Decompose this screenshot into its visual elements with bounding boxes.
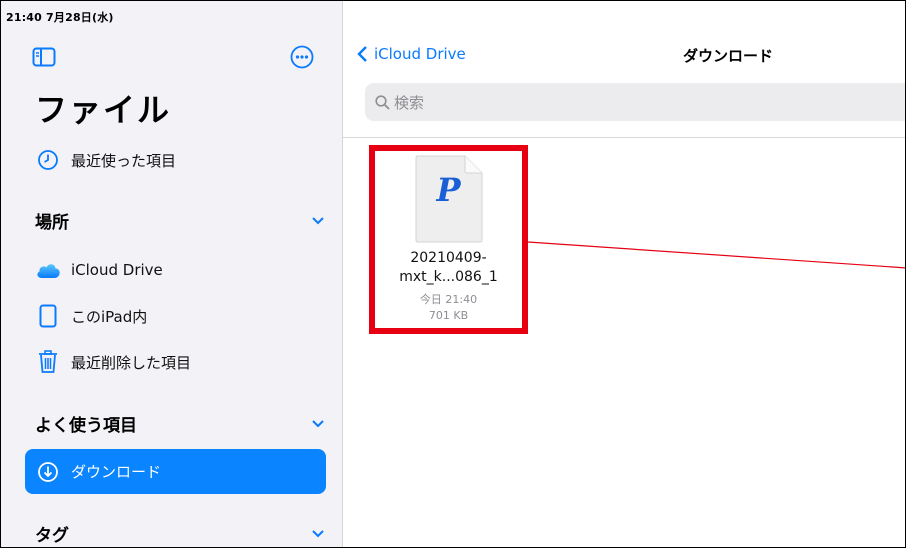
- sidebar-item-recents[interactable]: 最近使った項目: [25, 143, 325, 177]
- status-bar-time: 21:40 7月28日(水): [6, 11, 114, 24]
- sidebar: 21:40 7月28日(水) ファイル 最近使った項目 場所 iCloud Dr…: [1, 1, 343, 547]
- ipad-icon: [39, 304, 57, 328]
- section-title: タグ: [35, 526, 69, 546]
- sidebar-item-label: このiPad内: [71, 307, 148, 326]
- sidebar-item-downloads[interactable]: ダウンロード: [25, 449, 326, 494]
- trash-icon: [39, 350, 57, 373]
- sidebar-item-icloud-drive[interactable]: iCloud Drive: [25, 253, 325, 287]
- sidebar-item-label: 最近使った項目: [71, 151, 177, 170]
- sidebar-item-label: ダウンロード: [71, 463, 162, 481]
- clock-icon: [38, 150, 58, 170]
- main-content: iCloud Drive ダウンロード 検索 P 20210409- mxt_k…: [343, 1, 905, 547]
- chevron-down-icon: [311, 214, 325, 228]
- sidebar-icon: [32, 47, 56, 67]
- section-header-favorites[interactable]: よく使う項目: [35, 411, 325, 436]
- chevron-down-icon: [311, 527, 325, 541]
- section-title: 場所: [35, 213, 69, 233]
- section-header-tags[interactable]: タグ: [35, 521, 325, 546]
- more-options-button[interactable]: [290, 45, 314, 69]
- ellipsis-circle-icon: [290, 45, 314, 69]
- sidebar-item-recently-deleted[interactable]: 最近削除した項目: [25, 345, 325, 379]
- sidebar-item-on-my-ipad[interactable]: このiPad内: [25, 299, 325, 333]
- section-header-locations[interactable]: 場所: [35, 208, 325, 233]
- app-window: 21:40 7月28日(水) ファイル 最近使った項目 場所 iCloud Dr…: [0, 0, 906, 548]
- section-title: よく使う項目: [35, 416, 137, 436]
- icloud-icon: [37, 264, 60, 278]
- download-circle-icon: [38, 461, 58, 482]
- sidebar-item-label: iCloud Drive: [71, 261, 163, 279]
- sidebar-item-label: 最近削除した項目: [71, 353, 192, 372]
- sidebar-toggle-button[interactable]: [31, 46, 57, 68]
- sidebar-title: ファイル: [35, 91, 172, 129]
- annotation-line: [527, 241, 905, 269]
- chevron-down-icon: [311, 417, 325, 431]
